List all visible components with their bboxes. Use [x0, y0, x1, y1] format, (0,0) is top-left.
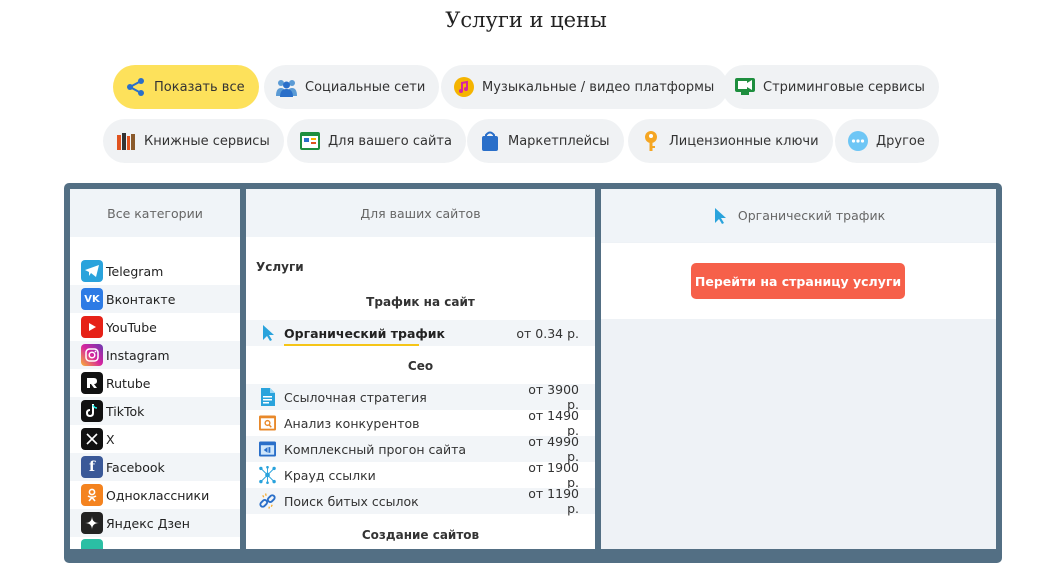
category-label: Telegram: [106, 263, 164, 279]
cursor-icon: [712, 207, 729, 224]
tiktok-icon: [81, 400, 103, 422]
category-instagram[interactable]: Instagram: [70, 341, 240, 369]
filter-label: Показать все: [154, 79, 245, 95]
category-label: X: [106, 431, 115, 447]
category-label: Facebook: [106, 459, 165, 475]
category-label: Яндекс Дзен: [106, 515, 190, 531]
category-label: TikTok: [106, 403, 145, 419]
filter-music-video[interactable]: Музыкальные / видео платформы: [441, 65, 729, 109]
analysis-icon: [259, 415, 276, 432]
filter-label: Для вашего сайта: [328, 133, 452, 149]
page-title: Услуги и цены: [445, 8, 607, 32]
service-broken-links[interactable]: Поиск битых ссылок от 1190 р.: [246, 486, 595, 516]
broken-link-icon: [259, 493, 276, 510]
category-label: Rutube: [106, 375, 151, 391]
services-header: Для ваших сайтов: [246, 189, 595, 237]
services-panel: Для ваших сайтов Услуги Трафик на сайт О…: [246, 189, 595, 549]
cursor-icon: [259, 325, 276, 342]
service-organic-traffic[interactable]: Органический трафик от 0.34 р.: [246, 320, 595, 346]
service-complex-run[interactable]: Комплексный прогон сайта от 4990 р.: [246, 434, 595, 464]
group-title-site-creation: Создание сайтов: [361, 528, 480, 542]
instagram-icon: [81, 344, 103, 366]
people-icon: [276, 77, 297, 98]
document-icon: [259, 388, 276, 406]
filter-social-networks[interactable]: Социальные сети: [264, 65, 440, 109]
service-crowd-links[interactable]: Крауд ссылки от 1900 р.: [246, 460, 595, 490]
youtube-icon: [81, 316, 103, 338]
category-telegram[interactable]: Telegram: [70, 257, 240, 285]
category-yandex-dzen[interactable]: Яндекс Дзен: [70, 509, 240, 537]
service-price: от 0.34 р.: [516, 325, 579, 341]
category-label: Instagram: [106, 347, 170, 363]
service-name: Комплексный прогон сайта: [284, 441, 467, 457]
x-icon: [81, 428, 103, 450]
service-name-text: Органический трафик: [284, 325, 446, 341]
facebook-icon: f: [81, 456, 103, 478]
category-odnoklassniki[interactable]: Одноклассники: [70, 481, 240, 509]
filter-books[interactable]: Книжные сервисы: [103, 119, 284, 163]
categories-header: Все категории: [70, 189, 240, 237]
browser-icon: [259, 441, 276, 458]
filter-license-keys[interactable]: Лицензионные ключи: [628, 119, 833, 163]
website-icon: [299, 131, 320, 152]
category-x[interactable]: X: [70, 425, 240, 453]
network-icon: [259, 466, 276, 484]
rutube-icon: [81, 372, 103, 394]
telegram-icon: [81, 260, 103, 282]
detail-panel: Органический трафик Перейти на страницу …: [601, 189, 996, 549]
service-name: Поиск битых ссылок: [284, 493, 419, 509]
filter-label: Книжные сервисы: [144, 133, 270, 149]
filter-label: Социальные сети: [305, 79, 426, 95]
selected-underline: [284, 343, 419, 346]
filter-label: Маркетплейсы: [508, 133, 610, 149]
service-name: Ссылочная стратегия: [284, 389, 427, 405]
category-tiktok[interactable]: TikTok: [70, 397, 240, 425]
category-vkontakte[interactable]: VK Вконтакте: [70, 285, 240, 313]
service-link-strategy[interactable]: Ссылочная стратегия от 3900 р.: [246, 382, 595, 412]
filter-website[interactable]: Для вашего сайта: [287, 119, 466, 163]
service-price: от 1190 р.: [528, 486, 579, 516]
categories-panel: Все категории Telegram VK Вконтакте YouT…: [70, 189, 240, 549]
category-facebook[interactable]: f Facebook: [70, 453, 240, 481]
vk-icon: VK: [81, 288, 103, 310]
dzen-icon: [81, 512, 103, 534]
service-competitor-analysis[interactable]: Анализ конкурентов от 1490 р.: [246, 408, 595, 438]
stream-icon: [734, 77, 755, 98]
filter-marketplaces[interactable]: Маркетплейсы: [467, 119, 624, 163]
filter-label: Музыкальные / видео платформы: [482, 79, 715, 95]
filter-streaming[interactable]: Стриминговые сервисы: [722, 65, 939, 109]
category-label: Вконтакте: [106, 291, 176, 307]
music-icon: [453, 77, 474, 98]
go-to-service-button[interactable]: Перейти на страницу услуги: [691, 263, 905, 299]
category-youtube[interactable]: YouTube: [70, 313, 240, 341]
next-category-icon: [81, 539, 103, 549]
category-label: YouTube: [106, 319, 157, 335]
filter-label: Лицензионные ключи: [669, 133, 819, 149]
filter-label: Стриминговые сервисы: [763, 79, 925, 95]
books-icon: [115, 131, 136, 152]
detail-header: Органический трафик: [601, 189, 996, 242]
filter-label: Другое: [876, 133, 925, 149]
detail-title: Органический трафик: [737, 208, 886, 223]
bag-icon: [479, 131, 500, 152]
service-name: Крауд ссылки: [284, 467, 376, 483]
category-rutube[interactable]: Rutube: [70, 369, 240, 397]
group-title-traffic: Трафик на сайт: [366, 295, 475, 309]
group-title-seo: Сео: [407, 359, 434, 373]
dots-icon: [847, 131, 868, 152]
filter-other[interactable]: Другое: [835, 119, 939, 163]
service-name: Анализ конкурентов: [284, 415, 420, 431]
category-label: Одноклассники: [106, 487, 210, 503]
odnoklassniki-icon: [81, 484, 103, 506]
services-section-title: Услуги: [256, 260, 304, 274]
key-icon: [640, 131, 661, 152]
share-icon: [125, 77, 146, 98]
service-name: Органический трафик: [284, 325, 515, 346]
filter-show-all[interactable]: Показать все: [113, 65, 259, 109]
